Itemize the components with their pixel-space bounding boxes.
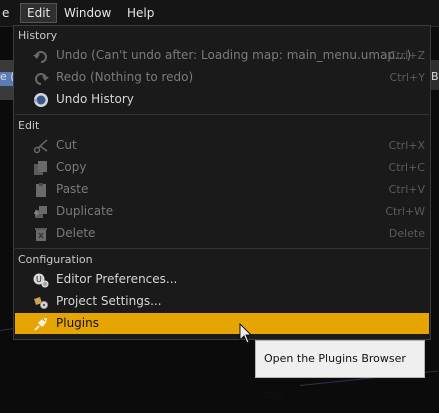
- history-icon: [34, 93, 48, 107]
- shortcut-label: Ctrl+X: [388, 139, 425, 152]
- menu-separator: [15, 248, 429, 249]
- menu-item-undo[interactable]: Undo (Can't undo after: Loading map: mai…: [15, 45, 429, 66]
- section-edit: Edit: [18, 119, 40, 132]
- plugins-tooltip: Open the Plugins Browser tab.: [255, 340, 425, 401]
- menu-item-label: Plugins: [56, 316, 99, 330]
- editor-preferences-icon: U: [33, 273, 49, 288]
- shortcut-label: Ctrl+Z: [388, 49, 425, 62]
- menu-item-copy[interactable]: Copy Ctrl+C: [15, 157, 429, 178]
- redo-icon: [35, 73, 49, 85]
- scissors-icon: [33, 139, 48, 154]
- section-history: History: [18, 29, 58, 42]
- menu-edit[interactable]: Edit: [20, 3, 58, 23]
- menu-help[interactable]: Help: [121, 4, 160, 22]
- trash-icon: [35, 228, 47, 241]
- menu-item-label: Paste: [56, 182, 89, 196]
- section-configuration: Configuration: [18, 253, 93, 266]
- svg-text:U: U: [36, 275, 42, 284]
- shortcut-label: Delete: [388, 227, 425, 240]
- menu-item-label: Editor Preferences...: [56, 272, 178, 286]
- undo-icon: [33, 51, 47, 63]
- shortcut-label: Ctrl+W: [385, 205, 425, 218]
- project-settings-icon: [34, 297, 48, 309]
- shortcut-label: Ctrl+Y: [389, 71, 425, 84]
- menu-item-label: Project Settings...: [56, 294, 162, 308]
- menu-bar: e Edit Window Help: [0, 0, 439, 27]
- background-right-text: B: [431, 70, 439, 83]
- menu-item-editor-preferences[interactable]: U Editor Preferences...: [15, 269, 429, 290]
- menu-item-label: Copy: [56, 160, 87, 174]
- menu-item-delete[interactable]: Delete Delete: [15, 223, 429, 244]
- mouse-cursor-icon: [239, 323, 253, 344]
- menu-item-label: Redo (Nothing to redo): [56, 70, 194, 84]
- menu-item-duplicate[interactable]: Duplicate Ctrl+W: [15, 201, 429, 222]
- menu-item-label: Cut: [56, 138, 77, 152]
- menu-window[interactable]: Window: [58, 4, 117, 22]
- menu-item-project-settings[interactable]: Project Settings...: [15, 291, 429, 312]
- menu-item-label: Duplicate: [56, 204, 114, 218]
- menu-item-paste[interactable]: Paste Ctrl+V: [15, 179, 429, 200]
- menu-file[interactable]: e: [0, 4, 15, 22]
- menu-item-undo-history[interactable]: Undo History: [15, 89, 429, 110]
- menu-item-cut[interactable]: Cut Ctrl+X: [15, 135, 429, 156]
- paste-icon: [36, 183, 46, 197]
- menu-item-label: Undo (Can't undo after: Loading map: mai…: [56, 48, 412, 62]
- plug-icon: [34, 318, 47, 331]
- shortcut-label: Ctrl+V: [388, 183, 425, 196]
- copy-icon: [34, 161, 47, 175]
- menu-item-label: Undo History: [56, 92, 134, 106]
- edit-dropdown-menu: History Undo (Can't undo after: Loading …: [13, 25, 431, 340]
- menu-item-redo[interactable]: Redo (Nothing to redo) Ctrl+Y: [15, 67, 429, 88]
- menu-separator: [15, 114, 429, 115]
- duplicate-icon: [34, 206, 47, 218]
- shortcut-label: Ctrl+C: [388, 161, 425, 174]
- menu-item-label: Delete: [56, 226, 96, 240]
- menu-item-plugins[interactable]: Plugins: [15, 313, 429, 334]
